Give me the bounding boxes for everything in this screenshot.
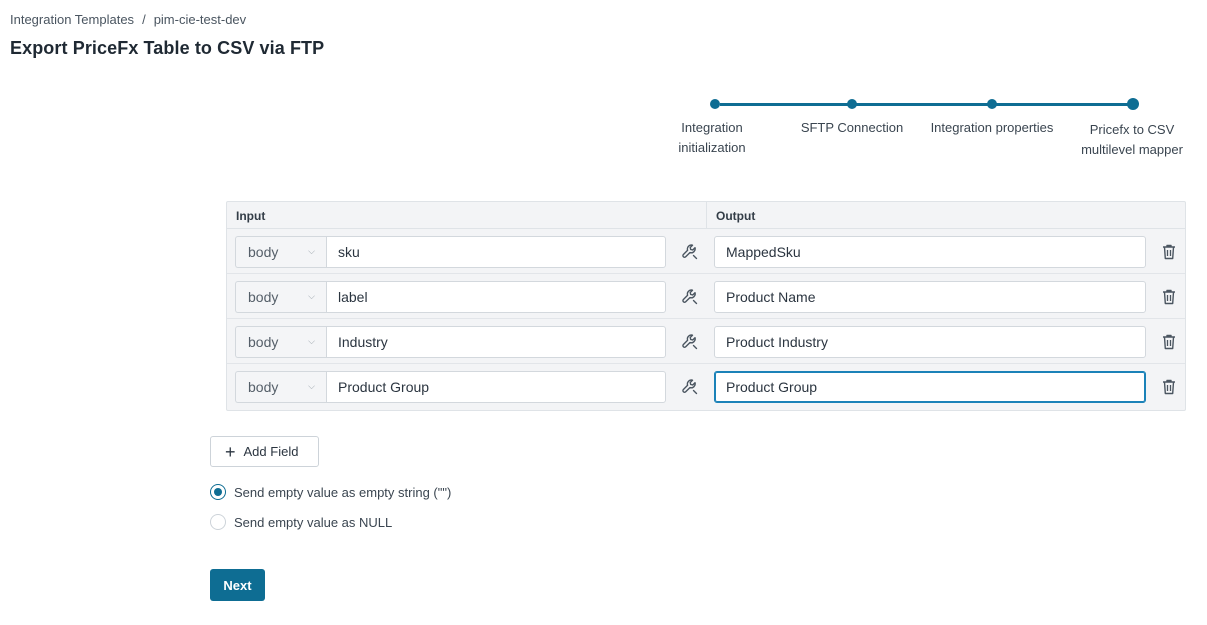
source-select-value: body <box>248 289 279 305</box>
mapper-row: body ⌵ sku MappedSku <box>227 229 1185 274</box>
add-field-button[interactable]: + Add Field <box>210 436 319 467</box>
progress-stepper: Integration initialization SFTP Connecti… <box>660 94 1200 174</box>
step-connector <box>996 103 1132 106</box>
wrench-icon[interactable] <box>680 242 700 262</box>
chevron-down-icon: ⌵ <box>308 246 315 256</box>
chevron-down-icon: ⌵ <box>308 336 315 346</box>
mapper-row: body ⌵ Product Group Product Group <box>227 364 1185 409</box>
input-path-field[interactable]: Product Group <box>326 371 666 403</box>
radio-button-checked[interactable] <box>210 484 226 500</box>
step-dot-mapper <box>1127 98 1139 110</box>
step-label-line: SFTP Connection <box>800 120 904 135</box>
breadcrumb-separator: / <box>142 12 146 27</box>
mapper-row: body ⌵ label Product Name <box>227 274 1185 319</box>
step-label-line: Integration properties <box>930 120 1054 135</box>
chevron-down-icon: ⌵ <box>308 381 315 391</box>
source-select[interactable]: body ⌵ <box>235 371 327 403</box>
next-button[interactable]: Next <box>210 569 265 601</box>
step-label-line: initialization <box>678 140 746 155</box>
radio-null[interactable]: Send empty value as NULL <box>210 514 392 530</box>
output-field[interactable]: Product Industry <box>714 326 1146 358</box>
trash-icon[interactable] <box>1160 242 1178 262</box>
step-label-integration-initialization: Integration initialization <box>642 118 782 158</box>
column-divider <box>706 202 707 229</box>
output-column-header: Output <box>716 209 756 223</box>
step-connector <box>856 103 992 106</box>
step-dot-integration-initialization <box>710 99 720 109</box>
step-label-mapper: Pricefx to CSV multilevel mapper <box>1062 120 1202 160</box>
page-title: Export PriceFx Table to CSV via FTP <box>10 38 325 58</box>
wrench-icon[interactable] <box>680 332 700 352</box>
step-label-line: Pricefx to CSV <box>1089 122 1175 137</box>
input-path-field[interactable]: sku <box>326 236 666 268</box>
step-dot-integration-properties <box>987 99 997 109</box>
step-label-integration-properties: Integration properties <box>922 118 1062 138</box>
plus-icon: + <box>225 441 236 462</box>
input-path-field[interactable]: Industry <box>326 326 666 358</box>
wrench-icon[interactable] <box>680 287 700 307</box>
source-select-value: body <box>248 244 279 260</box>
trash-icon[interactable] <box>1160 332 1178 352</box>
step-connector <box>720 103 852 106</box>
output-field[interactable]: Product Name <box>714 281 1146 313</box>
step-label-line: Integration <box>681 120 743 135</box>
breadcrumb-link-integration-templates[interactable]: Integration Templates <box>10 12 134 27</box>
radio-empty-string[interactable]: Send empty value as empty string ("") <box>210 484 451 500</box>
source-select[interactable]: body ⌵ <box>235 326 327 358</box>
source-select[interactable]: body ⌵ <box>235 236 327 268</box>
trash-icon[interactable] <box>1160 287 1178 307</box>
source-select-value: body <box>248 334 279 350</box>
add-field-label: Add Field <box>243 444 299 459</box>
breadcrumb: Integration Templates / pim-cie-test-dev <box>10 12 246 27</box>
input-column-header: Input <box>236 209 266 223</box>
breadcrumb-current: pim-cie-test-dev <box>153 12 247 27</box>
output-field[interactable]: MappedSku <box>714 236 1146 268</box>
mapper-header: Input Output <box>227 202 1185 229</box>
source-select[interactable]: body ⌵ <box>235 281 327 313</box>
field-mapper-table: Input Output body ⌵ sku MappedSku body ⌵… <box>226 201 1186 411</box>
step-dot-sftp-connection <box>847 99 857 109</box>
step-label-sftp-connection: SFTP Connection <box>782 118 922 138</box>
radio-label-empty-string: Send empty value as empty string ("") <box>234 484 452 500</box>
mapper-row: body ⌵ Industry Product Industry <box>227 319 1185 364</box>
wrench-icon[interactable] <box>680 377 700 397</box>
source-select-value: body <box>248 379 279 395</box>
radio-label-null: Send empty value as NULL <box>234 514 393 530</box>
trash-icon[interactable] <box>1160 377 1178 397</box>
step-label-line: multilevel mapper <box>1081 142 1183 157</box>
output-field-focused[interactable]: Product Group <box>714 371 1146 403</box>
radio-button-unchecked[interactable] <box>210 514 226 530</box>
input-path-field[interactable]: label <box>326 281 666 313</box>
chevron-down-icon: ⌵ <box>308 291 315 301</box>
